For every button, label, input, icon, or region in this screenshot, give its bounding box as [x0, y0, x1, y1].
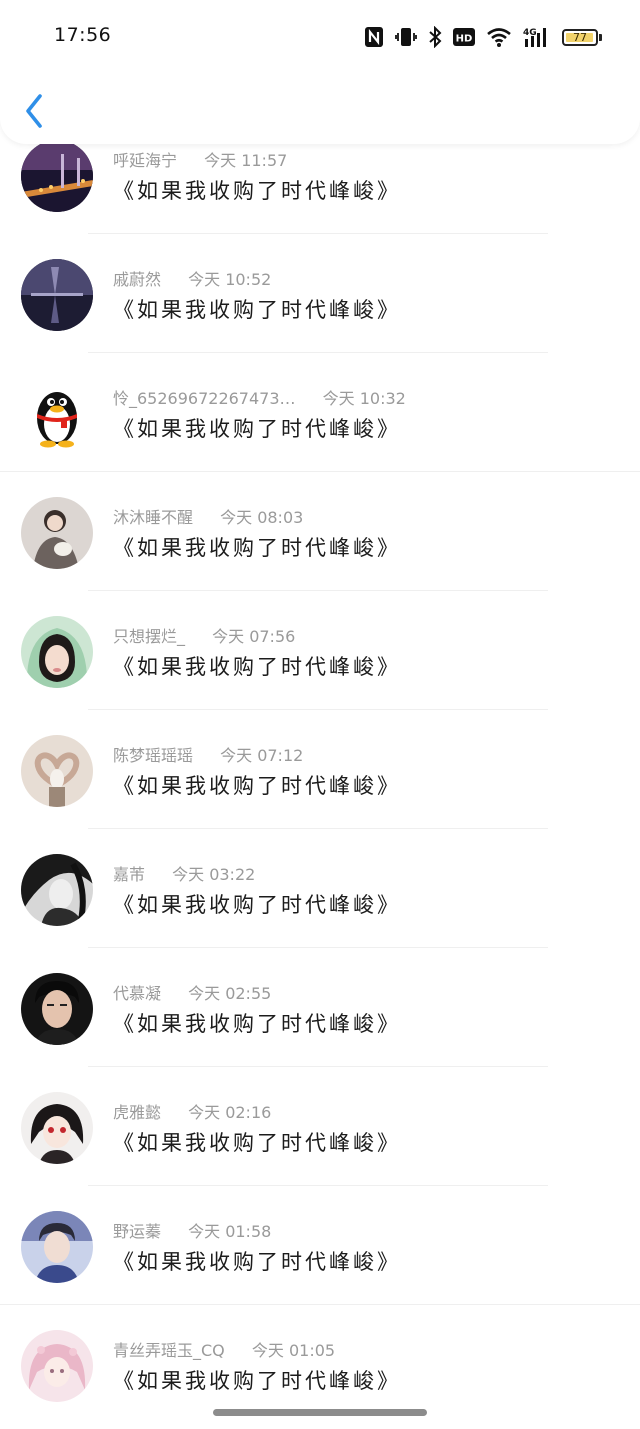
message-time: 今天 02:55 — [188, 984, 272, 1003]
status-time: 17:56 — [54, 24, 112, 46]
message-time: 今天 10:52 — [188, 270, 272, 289]
message-meta: 野运蓁 今天 01:58 — [113, 1218, 271, 1242]
message-time: 今天 02:16 — [188, 1103, 272, 1122]
avatar[interactable] — [21, 1211, 93, 1283]
message-meta: 青丝弄瑶玉_CQ 今天 01:05 — [113, 1337, 335, 1361]
message-text: 《如果我收购了时代峰峻》 — [113, 1131, 401, 1155]
message-text: 《如果我收购了时代峰峻》 — [113, 536, 401, 560]
sender-name: 怜_65269672267473… — [113, 389, 296, 408]
vibrate-icon — [395, 26, 417, 48]
message-text: 《如果我收购了时代峰峻》 — [113, 1369, 401, 1393]
qq-penguin-icon[interactable] — [21, 378, 93, 450]
message-meta: 呼延海宁 今天 11:57 — [113, 147, 287, 171]
message-meta: 只想摆烂_ 今天 07:56 — [113, 623, 295, 647]
list-item[interactable]: 虎雅懿 今天 02:16 《如果我收购了时代峰峻》 — [0, 1067, 640, 1186]
avatar[interactable] — [21, 854, 93, 926]
message-text: 《如果我收购了时代峰峻》 — [113, 298, 401, 322]
avatar[interactable] — [21, 735, 93, 807]
message-text: 《如果我收购了时代峰峻》 — [113, 1012, 401, 1036]
message-meta: 戚蔚然 今天 10:52 — [113, 266, 271, 290]
message-meta: 代慕凝 今天 02:55 — [113, 980, 271, 1004]
sender-name: 野运蓁 — [113, 1222, 162, 1241]
sender-name: 嘉芾 — [113, 865, 146, 884]
avatar[interactable] — [21, 973, 93, 1045]
message-meta: 虎雅懿 今天 02:16 — [113, 1099, 271, 1123]
sender-name: 青丝弄瑶玉_CQ — [113, 1341, 225, 1360]
message-meta: 怜_65269672267473… 今天 10:32 — [113, 385, 406, 409]
avatar[interactable] — [21, 140, 93, 212]
sender-name: 戚蔚然 — [113, 270, 162, 289]
list-item[interactable]: 代慕凝 今天 02:55 《如果我收购了时代峰峻》 — [0, 948, 640, 1067]
bluetooth-icon — [428, 26, 442, 48]
wifi-icon — [486, 26, 512, 48]
status-icons: HD 4G 77 — [364, 24, 602, 50]
home-indicator[interactable] — [213, 1409, 427, 1416]
avatar[interactable] — [21, 616, 93, 688]
message-text: 《如果我收购了时代峰峻》 — [113, 417, 401, 441]
sender-name: 虎雅懿 — [113, 1103, 162, 1122]
message-meta: 陈梦瑶瑶瑶 今天 07:12 — [113, 742, 303, 766]
message-text: 《如果我收购了时代峰峻》 — [113, 1250, 401, 1274]
nfc-icon — [364, 26, 384, 48]
sender-name: 沐沐睡不醒 — [113, 508, 194, 527]
battery-level: 77 — [573, 30, 587, 44]
avatar[interactable] — [21, 259, 93, 331]
list-item[interactable]: 戚蔚然 今天 10:52 《如果我收购了时代峰峻》 — [0, 234, 640, 353]
battery-icon: 77 — [562, 28, 602, 46]
message-text: 《如果我收购了时代峰峻》 — [113, 655, 401, 679]
list-item[interactable]: 沐沐睡不醒 今天 08:03 《如果我收购了时代峰峻》 — [0, 472, 640, 591]
sender-name: 陈梦瑶瑶瑶 — [113, 746, 194, 765]
list-item[interactable]: 怜_65269672267473… 今天 10:32 《如果我收购了时代峰峻》 — [0, 353, 640, 472]
hd-icon: HD — [453, 28, 475, 46]
list-item[interactable]: 野运蓁 今天 01:58 《如果我收购了时代峰峻》 — [0, 1186, 640, 1305]
avatar[interactable] — [21, 1092, 93, 1164]
sender-name: 代慕凝 — [113, 984, 162, 1003]
message-time: 今天 01:05 — [251, 1341, 336, 1360]
message-time: 今天 01:58 — [188, 1222, 272, 1241]
message-meta: 嘉芾 今天 03:22 — [113, 861, 255, 885]
message-text: 《如果我收购了时代峰峻》 — [113, 774, 401, 798]
message-text: 《如果我收购了时代峰峻》 — [113, 179, 401, 203]
list-item[interactable]: 陈梦瑶瑶瑶 今天 07:12 《如果我收购了时代峰峻》 — [0, 710, 640, 829]
avatar[interactable] — [21, 1330, 93, 1402]
list-item[interactable]: 嘉芾 今天 03:22 《如果我收购了时代峰峻》 — [0, 829, 640, 948]
sender-name: 只想摆烂_ — [113, 627, 186, 646]
message-time: 今天 08:03 — [220, 508, 304, 527]
message-time: 今天 03:22 — [172, 865, 256, 884]
top-bar: 17:56 HD 4G 77 — [0, 0, 640, 144]
message-meta: 沐沐睡不醒 今天 08:03 — [113, 504, 303, 528]
sender-name: 呼延海宁 — [113, 151, 178, 170]
chevron-left-icon — [26, 94, 42, 128]
back-button[interactable] — [20, 92, 50, 130]
list-item[interactable]: 只想摆烂_ 今天 07:56 《如果我收购了时代峰峻》 — [0, 591, 640, 710]
hd-label: HD — [456, 34, 473, 45]
signal-4g-icon: 4G — [523, 26, 551, 48]
message-time: 今天 07:12 — [220, 746, 304, 765]
list-item[interactable]: 青丝弄瑶玉_CQ 今天 01:05 《如果我收购了时代峰峻》 — [0, 1305, 640, 1424]
message-time: 今天 07:56 — [212, 627, 296, 646]
message-time: 今天 10:32 — [322, 389, 406, 408]
avatar[interactable] — [21, 497, 93, 569]
message-text: 《如果我收购了时代峰峻》 — [113, 893, 401, 917]
network-label: 4G — [523, 28, 537, 38]
message-time: 今天 11:57 — [204, 151, 288, 170]
